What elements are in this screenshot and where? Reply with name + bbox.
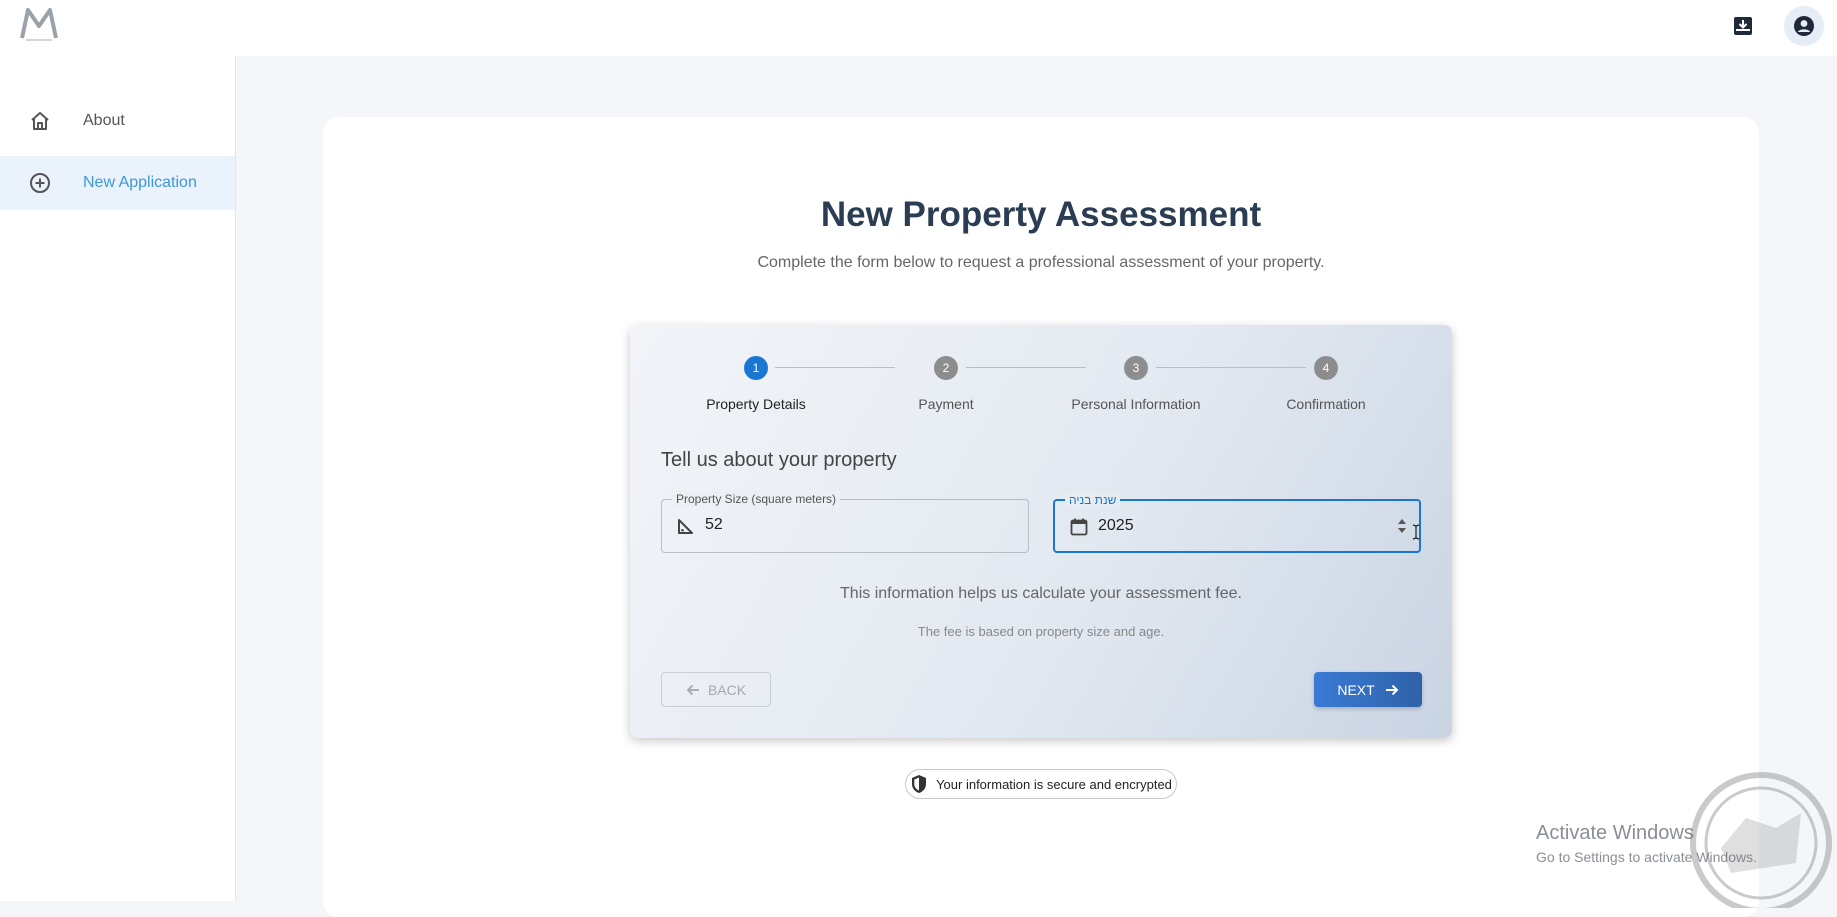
page-title: New Property Assessment [820,195,1262,234]
text-cursor-icon [1412,524,1420,540]
calendar-icon [1070,518,1088,536]
download-button[interactable] [1723,6,1763,46]
secure-badge: Your information is secure and encrypted [905,769,1177,799]
home-icon [31,112,49,130]
arrow-left-icon [686,684,699,695]
step-3-indicator: 3 [1124,356,1148,380]
assessment-info-primary: This information helps us calculate your… [840,585,1242,602]
step-1-indicator: 1 [744,356,768,380]
back-button-label: BACK [707,681,747,698]
page-subtitle: Complete the form below to request a pro… [757,254,1325,271]
assessment-info-secondary: The fee is based on property size and ag… [917,624,1165,639]
step-4-indicator: 4 [1314,356,1338,380]
sidebar-item-label: About [83,112,125,129]
year-built-input[interactable] [1098,517,1378,535]
add-circle-icon [30,173,50,193]
sidebar-item-label: New Application [83,174,197,191]
number-spinner-icon[interactable] [1395,514,1409,538]
app-logo[interactable] [20,6,58,42]
stepper-connector [1156,367,1306,368]
stepper-connector [775,367,895,368]
property-size-input[interactable] [705,516,985,534]
step-3-label: Personal Information [1071,396,1201,412]
shield-icon [912,775,927,793]
account-button[interactable] [1784,6,1824,46]
property-size-label: Property Size (square meters) [672,491,841,507]
sidebar-item-about[interactable]: About [0,94,235,148]
next-button[interactable]: NEXT [1314,672,1422,707]
year-built-field[interactable]: שנת בניה [1053,492,1421,553]
next-button-label: NEXT [1337,681,1375,698]
secure-badge-text: Your information is secure and encrypted [936,776,1172,792]
year-built-label: שנת בניה [1065,492,1121,508]
step-4-label: Confirmation [1286,396,1366,412]
seal-stamp-icon [1690,772,1832,908]
property-size-field[interactable]: Property Size (square meters) [661,491,1029,553]
top-app-bar [0,0,1837,56]
arrow-right-icon [1385,684,1399,695]
back-button[interactable]: BACK [661,672,771,707]
step-2-label: Payment [918,396,974,412]
step-1-label: Property Details [706,396,806,412]
sidebar: About New Application [0,56,236,901]
stepper-connector [966,367,1086,368]
sidebar-item-new-application[interactable]: New Application [0,156,235,210]
download-box-icon [1734,17,1752,35]
section-heading: Tell us about your property [661,449,897,471]
square-foot-icon [678,519,693,534]
step-2-indicator: 2 [934,356,958,380]
account-circle-icon [1794,16,1814,36]
